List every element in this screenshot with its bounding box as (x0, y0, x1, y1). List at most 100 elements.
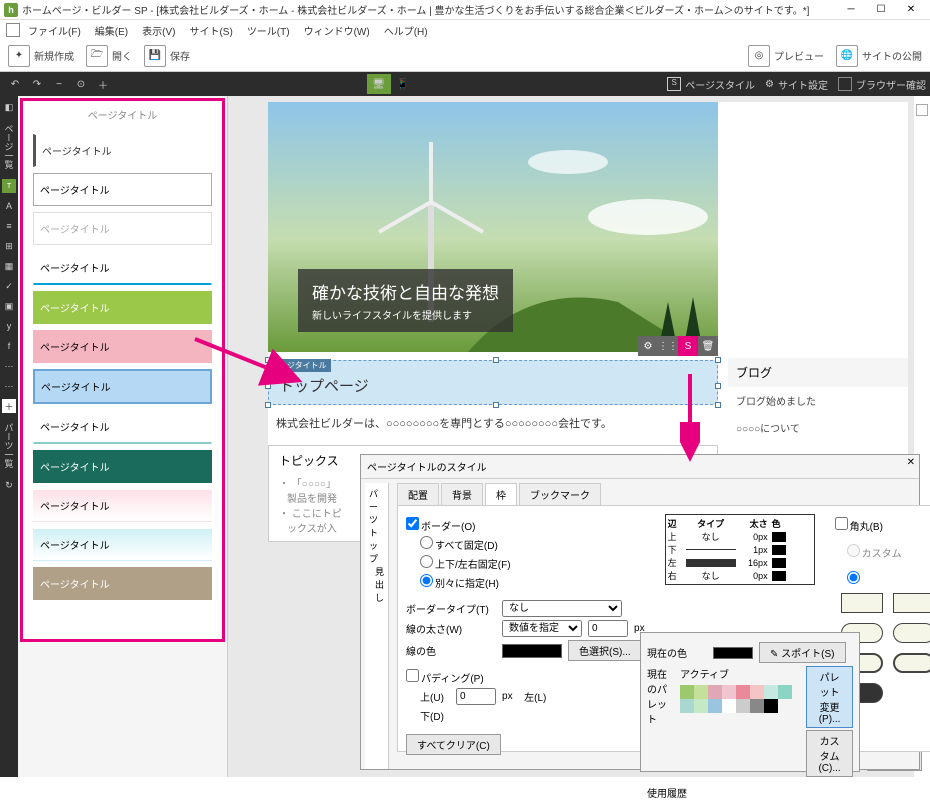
palette-swatch[interactable] (764, 699, 778, 713)
page-style-button[interactable]: Sページスタイル (667, 77, 755, 92)
eyedropper-button[interactable]: ✎ スポイト(S) (759, 642, 846, 663)
border-row-right[interactable]: 右なし0px (668, 569, 812, 582)
border-row-top[interactable]: 上なし0px (668, 530, 812, 543)
custom-color-button[interactable]: カスタム(C)... (806, 730, 853, 777)
style-item-3[interactable]: ページタイトル (33, 212, 212, 245)
open-button[interactable]: 🗁開く (86, 45, 132, 67)
new-button[interactable]: ✦新規作成 (8, 45, 74, 67)
style-item-5[interactable]: ページタイトル (33, 291, 212, 324)
grip-icon[interactable]: ⋮⋮ (658, 336, 678, 356)
radio-preset[interactable] (847, 571, 860, 584)
style-s-button[interactable]: S (678, 336, 698, 356)
shape-round2[interactable] (893, 623, 930, 643)
style-item-9[interactable]: ページタイトル (33, 450, 212, 483)
trash-icon[interactable]: 🗑 (698, 336, 718, 356)
tree-child[interactable]: 見出し (369, 565, 384, 604)
style-item-6[interactable]: ページタイトル (33, 330, 212, 363)
page-title[interactable]: トップページ (279, 375, 707, 396)
desktop-tab[interactable]: 🖥 (367, 74, 391, 94)
palette-swatch[interactable] (778, 685, 792, 699)
border-type-select[interactable]: なし (502, 600, 622, 617)
style-item-12[interactable]: ページタイトル (33, 567, 212, 600)
radio-fix-each[interactable]: 別々に指定(H) (420, 574, 510, 590)
right-rail-dot[interactable] (916, 104, 928, 116)
site-settings-button[interactable]: ⚙サイト設定 (765, 77, 828, 92)
pages-tab[interactable]: ページ一覧 (3, 120, 16, 173)
blog-item-2[interactable]: ○○○○について (728, 414, 908, 441)
rail-i10[interactable]: ⋯ (2, 359, 16, 373)
minimize-button[interactable]: ─ (836, 1, 866, 19)
tab-border[interactable]: 枠 (485, 483, 517, 505)
menu-view[interactable]: 表示(V) (136, 21, 181, 40)
blog-item-1[interactable]: ブログ始めました (728, 387, 908, 414)
rail-i2[interactable]: A (2, 199, 16, 213)
dialog-close-button[interactable]: ✕ (907, 457, 915, 468)
rail-i7[interactable]: ▣ (2, 299, 16, 313)
rail-i8[interactable]: y (2, 319, 16, 333)
palette-swatch[interactable] (722, 699, 736, 713)
rail-i12[interactable]: ↻ (2, 478, 16, 492)
radio-custom[interactable]: カスタム (847, 544, 930, 560)
border-row-left[interactable]: 左16px (668, 556, 812, 569)
tab-bookmark[interactable]: ブックマーク (519, 483, 601, 505)
shape-round4[interactable] (893, 653, 930, 673)
tab-layout[interactable]: 配置 (397, 483, 439, 505)
palette-change-button[interactable]: パレット変更(P)... (806, 666, 853, 728)
palette-swatch[interactable] (694, 685, 708, 699)
style-item-1[interactable]: ページタイトル (33, 134, 212, 167)
style-item-2[interactable]: ページタイトル (33, 173, 212, 206)
close-button[interactable]: ✕ (896, 1, 926, 19)
preview-button[interactable]: ◎プレビュー (748, 45, 824, 67)
rail-i5[interactable]: ▦ (2, 259, 16, 273)
palette-swatch[interactable] (736, 699, 750, 713)
pad-u-input[interactable] (456, 688, 496, 705)
menu-site[interactable]: サイト(S) (183, 21, 238, 40)
mobile-tab[interactable]: 📱 (391, 74, 415, 94)
border-checkbox[interactable]: ボーダー(O) (406, 517, 496, 533)
gear-icon[interactable]: ⚙ (638, 336, 658, 356)
menu-file[interactable]: ファイル(F) (22, 21, 87, 40)
zoom-out-button[interactable]: − (48, 73, 70, 95)
style-item-7[interactable]: ページタイトル (33, 369, 212, 404)
zoom-reset-button[interactable]: ⊙ (70, 73, 92, 95)
palette-swatch[interactable] (680, 685, 694, 699)
menu-help[interactable]: ヘルプ(H) (378, 21, 434, 40)
tab-background[interactable]: 背景 (441, 483, 483, 505)
line-width-mode[interactable]: 数値を指定 (502, 620, 582, 637)
padding-checkbox[interactable]: パディング(P) (406, 669, 496, 685)
rail-i3[interactable]: ≡ (2, 219, 16, 233)
radio-fix-tb[interactable]: 上下/左右固定(F) (420, 555, 511, 571)
menu-tools[interactable]: ツール(T) (241, 21, 296, 40)
shape-rect[interactable] (841, 593, 883, 613)
menu-edit[interactable]: 編集(E) (89, 21, 134, 40)
radio-fix-all[interactable]: すべて固定(D) (420, 536, 510, 552)
menu-window[interactable]: ウィンドウ(W) (298, 21, 376, 40)
undo-button[interactable]: ↶ (4, 73, 26, 95)
palette-swatch[interactable] (764, 685, 778, 699)
rounded-checkbox[interactable]: 角丸(B) (835, 517, 925, 533)
selected-part[interactable]: ⚙ ⋮⋮ S 🗑 ページタイトル トップページ (268, 360, 718, 405)
rail-plus[interactable]: ＋ (2, 399, 16, 413)
tree-root[interactable]: パーツトップ (369, 487, 384, 565)
rail-i11[interactable]: ⋯ (2, 379, 16, 393)
zoom-in-button[interactable]: ＋ (92, 73, 114, 95)
rail-i1[interactable]: T (2, 179, 16, 193)
border-row-bottom[interactable]: 下1px (668, 543, 812, 556)
save-button[interactable]: 💾保存 (144, 45, 190, 67)
rail-i6[interactable]: ✓ (2, 279, 16, 293)
shape-rect2[interactable] (893, 593, 930, 613)
parts-tree[interactable]: パーツトップ 見出し (365, 483, 389, 769)
palette-swatch[interactable] (694, 699, 708, 713)
style-item-4[interactable]: ページタイトル (33, 251, 212, 285)
clear-all-button[interactable]: すべてクリア(C) (406, 734, 501, 755)
palette-swatch[interactable] (722, 685, 736, 699)
rail-i9[interactable]: f (2, 339, 16, 353)
publish-button[interactable]: 🌐サイトの公開 (836, 45, 922, 67)
style-item-8[interactable]: ページタイトル (33, 410, 212, 444)
redo-button[interactable]: ↷ (26, 73, 48, 95)
palette-swatch[interactable] (750, 685, 764, 699)
palette-swatch[interactable] (708, 699, 722, 713)
rail-toggle[interactable]: ◧ (2, 100, 16, 114)
style-item-11[interactable]: ページタイトル (33, 528, 212, 561)
maximize-button[interactable]: ☐ (866, 1, 896, 19)
